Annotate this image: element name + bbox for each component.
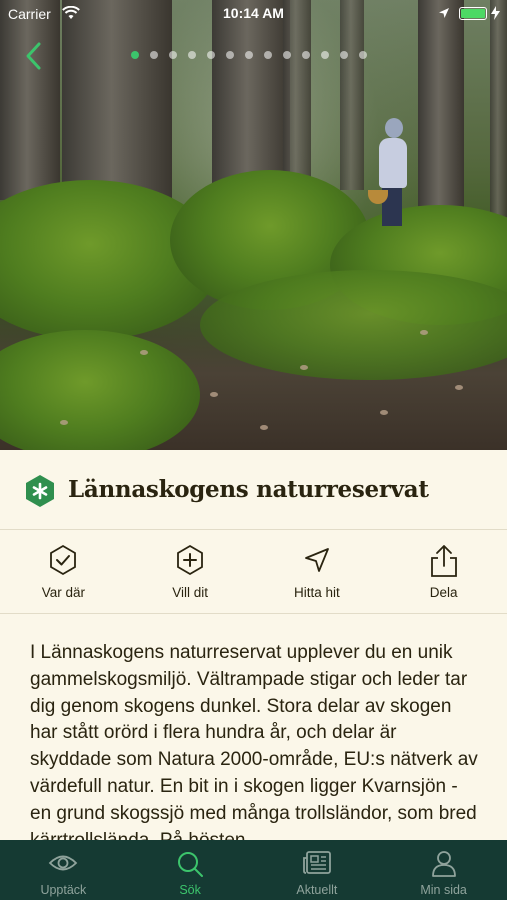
tree-trunk bbox=[490, 0, 507, 240]
pager-dot[interactable] bbox=[226, 51, 234, 59]
pager-dot[interactable] bbox=[131, 51, 139, 59]
pager-dot[interactable] bbox=[264, 51, 272, 59]
location-arrow-icon bbox=[439, 8, 449, 18]
battery-icon bbox=[459, 7, 487, 20]
leaf bbox=[420, 330, 428, 335]
tab-min-sida[interactable]: Min sida bbox=[380, 840, 507, 900]
tab-aktuellt-label: Aktuellt bbox=[296, 883, 338, 897]
action-row: Var där Vill dit Hitta hit Dela bbox=[0, 530, 507, 614]
pager-dot[interactable] bbox=[150, 51, 158, 59]
eye-icon bbox=[49, 855, 78, 871]
status-time: 10:14 AM bbox=[223, 5, 284, 21]
hero-photo[interactable] bbox=[0, 0, 507, 450]
place-header: Lännaskogens naturreservat bbox=[0, 450, 507, 530]
user-icon bbox=[431, 851, 456, 877]
var-dar-label: Var där bbox=[41, 585, 86, 600]
tab-bar: Upptäck Sök Aktuellt Min sida bbox=[0, 840, 507, 900]
navigation-arrow-icon bbox=[304, 548, 329, 572]
dela-label: Dela bbox=[429, 585, 458, 600]
leaf bbox=[60, 420, 68, 425]
tab-min-sida-label: Min sida bbox=[420, 883, 467, 897]
charging-bolt-icon bbox=[491, 6, 500, 20]
hitta-hit-label: Hitta hit bbox=[293, 585, 340, 600]
tab-upptack[interactable]: Upptäck bbox=[0, 840, 127, 900]
pager-dot[interactable] bbox=[283, 51, 291, 59]
pager-dot[interactable] bbox=[321, 51, 329, 59]
leaf bbox=[300, 365, 308, 370]
tab-sok-label: Sök bbox=[179, 883, 201, 897]
pager-dot[interactable] bbox=[245, 51, 253, 59]
pager-dot[interactable] bbox=[359, 51, 367, 59]
vill-dit-button[interactable]: Vill dit bbox=[127, 530, 254, 613]
hiker-figure bbox=[368, 118, 410, 228]
tree-trunk bbox=[418, 0, 464, 215]
tab-aktuellt[interactable]: Aktuellt bbox=[254, 840, 381, 900]
pager-dot[interactable] bbox=[188, 51, 196, 59]
leaf bbox=[140, 350, 148, 355]
leaf bbox=[455, 385, 463, 390]
var-dar-button[interactable]: Var där bbox=[0, 530, 127, 613]
tree-trunk bbox=[340, 0, 364, 190]
place-title: Lännaskogens naturreservat bbox=[68, 476, 429, 503]
leaf bbox=[210, 392, 218, 397]
hitta-hit-button[interactable]: Hitta hit bbox=[254, 530, 381, 613]
tab-sok[interactable]: Sök bbox=[127, 840, 254, 900]
pager-dot[interactable] bbox=[207, 51, 215, 59]
leaf bbox=[380, 410, 388, 415]
search-icon bbox=[178, 852, 204, 877]
tree-trunk bbox=[283, 0, 311, 200]
back-chevron-icon[interactable] bbox=[22, 40, 46, 72]
tab-upptack-label: Upptäck bbox=[40, 883, 87, 897]
share-icon bbox=[430, 545, 457, 577]
newspaper-icon bbox=[302, 851, 331, 874]
dela-button[interactable]: Dela bbox=[380, 530, 507, 613]
hexagon-asterisk-icon bbox=[26, 475, 54, 507]
vill-dit-label: Vill dit bbox=[172, 585, 209, 600]
pager-dot[interactable] bbox=[340, 51, 348, 59]
image-pager[interactable] bbox=[131, 51, 367, 59]
status-bar: Carrier 10:14 AM bbox=[0, 0, 507, 28]
plus-circle-icon bbox=[177, 544, 204, 576]
leaf bbox=[260, 425, 268, 430]
check-circle-icon bbox=[50, 544, 77, 576]
pager-dot[interactable] bbox=[302, 51, 310, 59]
tree-trunk bbox=[0, 0, 60, 200]
place-description: I Lännaskogens naturreservat upplever du… bbox=[30, 642, 478, 840]
pager-dot[interactable] bbox=[169, 51, 177, 59]
